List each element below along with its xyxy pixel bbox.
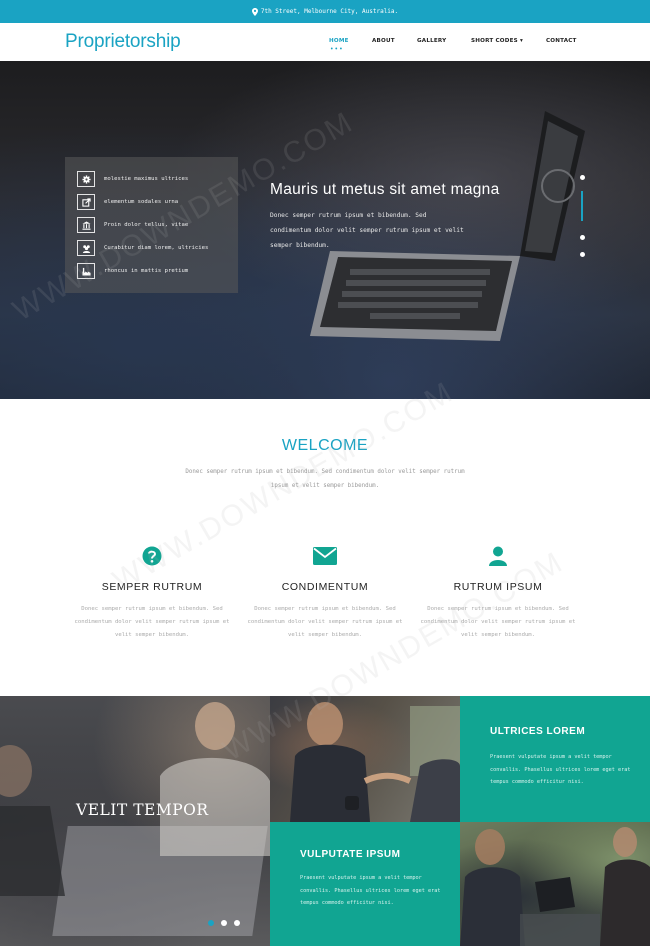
question-circle-icon — [67, 544, 237, 568]
carousel-dot[interactable] — [221, 920, 227, 926]
main-menu: HOME ••• ABOUT GALLERY SHORT CODES ▾ CON… — [0, 38, 650, 53]
people-silhouettes — [0, 702, 270, 896]
feature-item: rhoncus in mattis pretium — [77, 262, 188, 280]
gear-icon — [77, 171, 95, 187]
service-title: CONDIMENTUM — [281, 581, 369, 593]
slide-dot-active[interactable] — [581, 191, 583, 221]
showcase-grid: VELIT TEMPOR ULTRICES LOREM Praesent vul… — [0, 696, 650, 946]
carousel-dot[interactable] — [234, 920, 240, 926]
feature-block-ultrices: ULTRICES LOREM Praesent vulputate ipsum … — [460, 696, 650, 822]
nav-item-home[interactable]: HOME — [329, 38, 349, 44]
external-link-icon — [77, 194, 95, 210]
feature-block-vulputate: VULPUTATE IPSUM Praesent vulputate ipsum… — [270, 822, 460, 946]
feature-item: Curabitur diam lorem, ultricies — [77, 239, 208, 257]
service-title: SEMPER RUTRUM — [101, 581, 203, 593]
envelope-icon — [240, 544, 410, 568]
nav-item-short-codes-label: SHORT CODES — [471, 38, 518, 44]
welcome-heading: WELCOME — [281, 437, 369, 454]
feature-label: rhoncus in mattis pretium — [104, 268, 189, 274]
block-text: Praesent vulputate ipsum a velit tempor … — [490, 754, 631, 785]
bank-icon — [77, 217, 95, 233]
handshake-scene — [290, 702, 460, 822]
map-marker-icon — [251, 7, 258, 16]
service-text: Donec semper rutrum ipsum et bibendum. S… — [247, 606, 403, 638]
slide-dot[interactable] — [580, 235, 585, 240]
nav-item-about[interactable]: ABOUT — [372, 38, 395, 44]
industry-icon — [77, 263, 95, 279]
service-card: SEMPER RUTRUM Donec semper rutrum ipsum … — [67, 544, 237, 642]
feature-item: elementum sodales urna — [77, 193, 178, 211]
active-indicator: ••• — [330, 46, 344, 53]
main-navbar: Proprietorship HOME ••• ABOUT GALLERY SH… — [0, 23, 650, 61]
service-text: Donec semper rutrum ipsum et bibendum. S… — [420, 606, 576, 638]
carousel-caption: VELIT TEMPOR — [76, 801, 209, 819]
service-card: CONDIMENTUM Donec semper rutrum ipsum et… — [240, 544, 410, 642]
handshake-photo — [270, 696, 460, 822]
nav-item-short-codes[interactable]: SHORT CODES ▾ — [471, 38, 523, 44]
service-card: RUTRUM IPSUM Donec semper rutrum ipsum e… — [413, 544, 583, 642]
feature-list-panel: molestie maximus ultrices elementum soda… — [65, 157, 238, 293]
block-title: ULTRICES LOREM — [490, 726, 586, 737]
block-text: Praesent vulputate ipsum a velit tempor … — [300, 875, 441, 906]
nav-item-gallery[interactable]: GALLERY — [417, 38, 446, 44]
welcome-text: Donec semper rutrum ipsum et bibendum. S… — [185, 469, 465, 489]
hero-banner: molestie maximus ultrices elementum soda… — [0, 61, 650, 399]
caret-down-icon: ▾ — [520, 38, 524, 44]
user-icon — [413, 544, 583, 568]
slider-pagination — [578, 173, 588, 263]
slide-dot[interactable] — [580, 252, 585, 257]
meeting-scene — [460, 827, 650, 946]
carousel-dot-active[interactable] — [208, 920, 214, 926]
block-title: VULPUTATE IPSUM — [300, 849, 401, 860]
team-photo: VELIT TEMPOR — [0, 696, 270, 946]
top-info-bar: 7th Street, Melbourne City, Australia. — [0, 0, 650, 23]
carousel-pagination — [208, 920, 248, 928]
feature-item: molestie maximus ultrices — [77, 170, 188, 188]
feature-label: elementum sodales urna — [104, 199, 179, 205]
meeting-photo — [460, 822, 650, 946]
feature-label: Curabitur diam lorem, ultricies — [104, 245, 209, 251]
feature-label: molestie maximus ultrices — [104, 176, 189, 182]
feature-label: Proin dolor tellus, vitae — [104, 222, 189, 228]
service-title: RUTRUM IPSUM — [453, 581, 543, 593]
hero-title: Mauris ut metus sit amet magna — [270, 181, 500, 198]
nav-item-contact[interactable]: CONTACT — [546, 38, 577, 44]
address-text: 7th Street, Melbourne City, Australia. — [260, 8, 399, 15]
slide-dot[interactable] — [580, 175, 585, 180]
service-text: Donec semper rutrum ipsum et bibendum. S… — [74, 606, 230, 638]
users-icon — [77, 240, 95, 256]
hero-description: Donec semper rutrum ipsum et bibendum. S… — [270, 212, 464, 249]
feature-item: Proin dolor tellus, vitae — [77, 216, 188, 234]
